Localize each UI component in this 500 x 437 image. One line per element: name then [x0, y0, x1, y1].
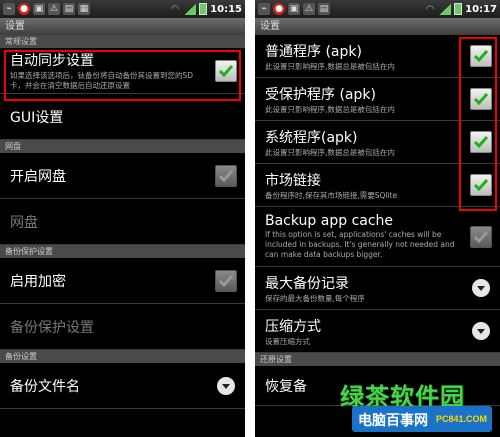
status-time: 10:15	[210, 3, 242, 15]
pref-summary: 设置压缩方式	[265, 336, 310, 346]
section-netdisk: 网盘	[0, 140, 245, 153]
battery-icon	[454, 3, 463, 15]
watermark-site: 电脑百事网	[358, 412, 428, 428]
signal-icon	[184, 3, 197, 15]
status-bar: ⌁ ● ▣ ⚠ ▤ ◠ 10:17	[255, 0, 500, 18]
protected-apk-checkbox[interactable]	[470, 88, 492, 110]
pref-netdisk[interactable]: 网盘	[0, 199, 245, 245]
pref-title: 系统程序(apk)	[265, 129, 358, 146]
watermark-badge: 电脑百事网 PC841.COM	[352, 406, 492, 432]
pref-summary: 此设置只影响程序,数据总是被包括在内	[265, 104, 395, 114]
system-apk-checkbox[interactable]	[470, 131, 492, 153]
pref-summary: 此设置只影响程序,数据总是被包括在内	[265, 147, 395, 157]
enable-encrypt-checkbox[interactable]	[215, 269, 237, 292]
pref-title: 备份文件名	[10, 378, 80, 395]
pref-title: 压缩方式	[265, 318, 321, 335]
pref-title: 最大备份记录	[265, 275, 349, 292]
pref-title: 备份保护设置	[10, 319, 94, 336]
pref-backup-name[interactable]: 备份文件名	[0, 363, 245, 409]
section-backup-protect: 备份保护设置	[0, 245, 245, 258]
chevron-down-icon[interactable]	[472, 322, 490, 340]
section-backup: 备份设置	[0, 350, 245, 363]
pref-market-link[interactable]: 市场链接 备份程序时,保存其市场链接,需要SQlite	[255, 164, 500, 207]
pref-enable-encrypt[interactable]: 启用加密	[0, 258, 245, 304]
left-screen: ⌁ ● ▣ ⚠ ▤ ▦ ◠ 10:15 设置 常规设置 自动同步设置 如果选择该…	[0, 0, 245, 437]
pref-gui[interactable]: GUI设置	[0, 94, 245, 140]
pref-title: 受保护程序 (apk)	[265, 86, 376, 103]
page-title: 设置	[255, 18, 500, 35]
screenshot-divider	[245, 0, 255, 437]
record-icon: ●	[273, 3, 285, 15]
notification-icon: ▣	[33, 3, 45, 15]
checkmark-icon	[473, 179, 489, 192]
wifi-icon: ◠	[425, 3, 435, 15]
sd-icon: ▤	[63, 3, 75, 15]
enable-netdisk-checkbox[interactable]	[215, 164, 237, 187]
pref-title: GUI设置	[10, 109, 64, 126]
pref-enable-netdisk[interactable]: 开启网盘	[0, 153, 245, 199]
pref-protected-apk[interactable]: 受保护程序 (apk) 此设置只影响程序,数据总是被包括在内	[255, 78, 500, 121]
auto-sync-checkbox[interactable]	[215, 59, 237, 82]
chevron-down-icon[interactable]	[472, 279, 490, 297]
checkmark-icon	[473, 93, 489, 106]
pref-auto-sync[interactable]: 自动同步设置 如果选择该选项后，钛备份将自动备份其设置到您的SD卡，并会在清空数…	[0, 48, 245, 94]
app-icon: ▦	[78, 3, 90, 15]
pref-summary: 如果选择该选项后，钛备份将自动备份其设置到您的SD卡，并会在清空数据后自动还原设…	[10, 71, 194, 90]
record-icon: ●	[18, 3, 30, 15]
normal-apk-checkbox[interactable]	[470, 45, 492, 67]
pref-summary: 备份程序时,保存其市场链接,需要SQlite	[265, 190, 398, 200]
pref-title: 市场链接	[265, 172, 321, 189]
pref-title: Backup app cache	[265, 213, 394, 229]
page-title: 设置	[0, 18, 245, 35]
pref-title: 自动同步设置	[10, 53, 94, 69]
pref-compression[interactable]: 压缩方式 设置压缩方式	[255, 310, 500, 353]
checkmark-icon	[218, 64, 234, 77]
watermark-url: PC841.COM	[436, 414, 488, 424]
debug-icon: ⚠	[303, 3, 315, 15]
signal-icon	[439, 3, 452, 15]
pref-summary: If this option is set, applications' cac…	[265, 230, 455, 259]
pref-title: 网盘	[10, 214, 38, 231]
section-general: 常规设置	[0, 35, 245, 48]
pref-title: 启用加密	[10, 273, 66, 290]
app-cache-checkbox[interactable]	[470, 225, 492, 248]
pref-max-backups[interactable]: 最大备份记录 保存的最大备份数量,每个程序	[255, 267, 500, 310]
chevron-down-icon[interactable]	[217, 376, 235, 395]
checkmark-icon	[473, 230, 489, 243]
usb-icon: ⌁	[3, 3, 15, 15]
checkmark-icon	[218, 169, 234, 182]
pref-system-apk[interactable]: 系统程序(apk) 此设置只影响程序,数据总是被包括在内	[255, 121, 500, 164]
debug-icon: ⚠	[48, 3, 60, 15]
status-bar: ⌁ ● ▣ ⚠ ▤ ▦ ◠ 10:15	[0, 0, 245, 18]
sd-icon: ▤	[318, 3, 330, 15]
right-screen: ⌁ ● ▣ ⚠ ▤ ◠ 10:17 设置 普通程序 (apk) 此设置只影响程序…	[255, 0, 500, 437]
checkmark-icon	[473, 136, 489, 149]
notification-icon: ▣	[288, 3, 300, 15]
pref-normal-apk[interactable]: 普通程序 (apk) 此设置只影响程序,数据总是被包括在内	[255, 35, 500, 78]
checkmark-icon	[473, 50, 489, 63]
pref-summary: 保存的最大备份数量,每个程序	[265, 293, 365, 303]
usb-icon: ⌁	[258, 3, 270, 15]
status-time: 10:17	[465, 3, 497, 15]
battery-icon	[199, 3, 208, 15]
checkmark-icon	[218, 274, 234, 287]
pref-title: 开启网盘	[10, 168, 66, 185]
pref-title: 普通程序 (apk)	[265, 43, 362, 60]
pref-backup-protect[interactable]: 备份保护设置	[0, 304, 245, 350]
section-restore: 还原设置	[255, 353, 500, 366]
wifi-icon: ◠	[170, 3, 180, 15]
pref-summary: 此设置只影响程序,数据总是被包括在内	[265, 61, 395, 71]
pref-app-cache[interactable]: Backup app cache If this option is set, …	[255, 207, 500, 267]
market-link-checkbox[interactable]	[470, 174, 492, 196]
